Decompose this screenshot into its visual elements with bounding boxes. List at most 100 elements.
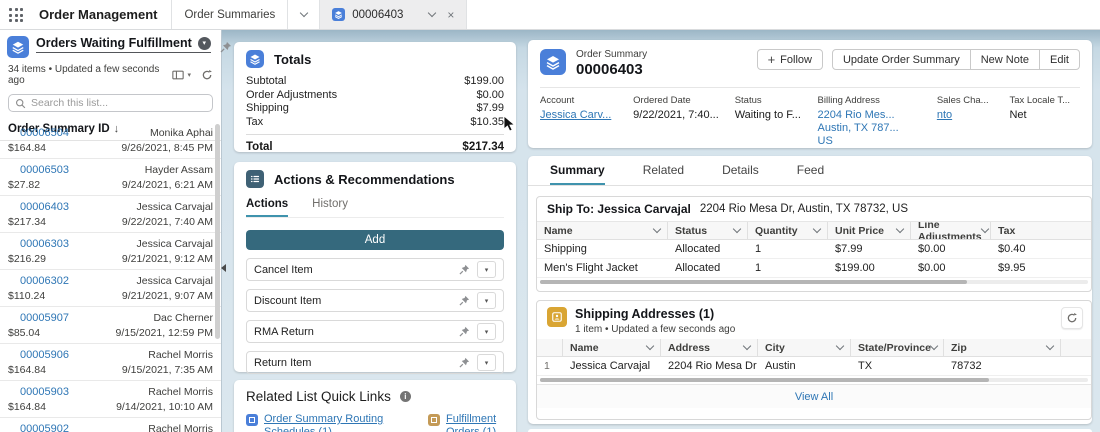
tab-history[interactable]: History bbox=[312, 198, 348, 217]
item-row: Shipping Allocated 1 $7.99 $0.00 $0.40 bbox=[537, 240, 1091, 259]
chevron-down-icon bbox=[652, 224, 662, 234]
order-id-link[interactable]: 00005906 bbox=[20, 349, 69, 361]
order-id-link[interactable]: 00005902 bbox=[20, 423, 69, 432]
plus-icon: + bbox=[767, 52, 776, 67]
record-detail-card: Summary Related Details Feed Ship To: Je… bbox=[528, 156, 1092, 424]
entity-label: Order Summary bbox=[576, 49, 648, 60]
tab-details[interactable]: Details bbox=[722, 163, 759, 185]
list-view-dropdown-icon[interactable]: ▾ bbox=[197, 36, 211, 50]
list-item[interactable]: 00005907 Dac Cherner $85.04 9/15/2021, 12:… bbox=[0, 307, 221, 344]
action-dropdown-icon[interactable]: ▾ bbox=[477, 261, 496, 278]
view-all-link[interactable]: View All bbox=[795, 391, 833, 403]
col-quantity[interactable]: Quantity bbox=[748, 222, 828, 239]
list-item[interactable]: 00006403 Jessica Carvajal $217.34 9/22/202… bbox=[0, 196, 221, 233]
action-dropdown-icon[interactable]: ▾ bbox=[477, 292, 496, 309]
record-header-card: Order Summary 00006403 + Follow Update Or… bbox=[528, 40, 1092, 148]
action-cancel-item[interactable]: Cancel Item ▾ bbox=[246, 258, 504, 281]
item-name-link[interactable]: Shipping bbox=[537, 240, 668, 258]
order-id-link[interactable]: 00005907 bbox=[20, 312, 69, 324]
field-tax-locale: Tax Locale T... Net bbox=[1009, 95, 1070, 121]
item-name-link[interactable]: Men's Flight Jacket bbox=[537, 259, 668, 277]
action-dropdown-icon[interactable]: ▾ bbox=[477, 323, 496, 340]
chevron-down-icon bbox=[835, 341, 845, 351]
action-rma-return[interactable]: RMA Return ▾ bbox=[246, 320, 504, 343]
total-row-value: $7.99 bbox=[476, 102, 504, 114]
order-id-link[interactable]: 00006403 bbox=[20, 201, 69, 213]
list-view-header: Orders Waiting Fulfillment ▾ bbox=[0, 30, 231, 58]
pin-icon[interactable] bbox=[459, 295, 470, 306]
order-summary-icon bbox=[332, 8, 346, 21]
tab-actions[interactable]: Actions bbox=[246, 198, 289, 217]
search-input[interactable] bbox=[31, 97, 201, 109]
list-item[interactable]: 00005902 Rachel Morris bbox=[0, 418, 221, 432]
record-number: 00006403 bbox=[576, 61, 643, 78]
action-dropdown-icon[interactable]: ▾ bbox=[477, 354, 496, 371]
edit-button[interactable]: Edit bbox=[1039, 49, 1080, 70]
list-item[interactable]: 00006302 Jessica Carvajal $110.24 9/21/202… bbox=[0, 270, 221, 307]
split-view-collapse-icon[interactable] bbox=[221, 264, 226, 272]
horizontal-scrollbar[interactable] bbox=[540, 378, 990, 382]
list-item[interactable]: 00005906 Rachel Morris $164.84 9/15/2021, … bbox=[0, 344, 221, 381]
col-name[interactable]: Name bbox=[537, 222, 668, 239]
pin-icon[interactable] bbox=[220, 41, 232, 53]
col-partial bbox=[1061, 339, 1091, 356]
order-id-link[interactable]: 00006302 bbox=[20, 275, 69, 287]
chevron-down-icon bbox=[299, 8, 308, 18]
billing-address-link[interactable]: Austin, TX 787... bbox=[818, 122, 927, 135]
order-id-link[interactable]: 00005903 bbox=[20, 386, 69, 398]
pin-icon[interactable] bbox=[459, 357, 470, 368]
tab-order-summaries[interactable]: Order Summaries bbox=[171, 0, 287, 29]
tab-close-icon[interactable]: × bbox=[447, 9, 454, 21]
tab-feed[interactable]: Feed bbox=[797, 163, 824, 185]
list-item[interactable]: 00006503 Hayder Assam $27.82 9/24/2021, 6:… bbox=[0, 159, 221, 196]
col-state-province[interactable]: State/Province bbox=[851, 339, 944, 356]
update-order-summary-button[interactable]: Update Order Summary bbox=[831, 49, 971, 70]
tab-dropdown-icon[interactable] bbox=[428, 8, 437, 18]
total-row-label: Tax bbox=[246, 115, 264, 128]
app-launcher-icon[interactable] bbox=[9, 8, 24, 23]
pin-icon[interactable] bbox=[459, 264, 470, 275]
list-scrollbar[interactable] bbox=[215, 124, 220, 339]
order-id-link[interactable]: 00006504 bbox=[20, 127, 69, 139]
col-tax[interactable]: Tax bbox=[991, 222, 1091, 239]
sales-channel-link[interactable]: nto bbox=[937, 109, 1000, 122]
tab-related[interactable]: Related bbox=[643, 163, 684, 185]
tab-record-00006403[interactable]: 00006403 × bbox=[319, 0, 468, 29]
order-id-link[interactable]: 00006503 bbox=[20, 164, 69, 176]
display-as-icon[interactable]: ▾ bbox=[172, 69, 191, 81]
new-note-button[interactable]: New Note bbox=[969, 49, 1041, 70]
tab-order-summaries-dropdown[interactable] bbox=[287, 0, 319, 29]
refresh-icon[interactable] bbox=[1061, 307, 1083, 329]
billing-address-link[interactable]: 2204 Rio Mes... bbox=[818, 109, 927, 122]
record-tabs: Summary Related Details Feed bbox=[528, 156, 1092, 186]
list-item[interactable]: 00006303 Jessica Carvajal $216.29 9/21/202… bbox=[0, 233, 221, 270]
address-name-link[interactable]: Jessica Carvajal bbox=[563, 357, 661, 375]
global-header: Order Management Order Summaries 0000640… bbox=[0, 0, 1100, 30]
col-status[interactable]: Status bbox=[668, 222, 748, 239]
account-link[interactable]: Jessica Carv... bbox=[540, 109, 623, 122]
action-discount-item[interactable]: Discount Item ▾ bbox=[246, 289, 504, 312]
tab-summary[interactable]: Summary bbox=[550, 163, 605, 185]
quick-link-fulfillment-orders[interactable]: Fulfillment Orders (1) bbox=[428, 413, 504, 432]
list-item[interactable]: 00006504 Monika Aphai $164.84 9/26/2021, 8… bbox=[0, 122, 221, 159]
refresh-icon[interactable] bbox=[201, 69, 213, 81]
col-address[interactable]: Address bbox=[661, 339, 758, 356]
add-button[interactable]: Add bbox=[246, 230, 504, 250]
billing-address-link[interactable]: US bbox=[818, 135, 927, 148]
follow-button[interactable]: + Follow bbox=[756, 49, 823, 70]
total-row-label: Shipping bbox=[246, 102, 289, 114]
list-view-selector[interactable]: Orders Waiting Fulfillment ▾ bbox=[36, 36, 211, 53]
col-line-adjustments[interactable]: Line Adjustments bbox=[911, 222, 991, 239]
totals-icon bbox=[246, 50, 264, 68]
order-id-link[interactable]: 00006303 bbox=[20, 238, 69, 250]
col-name[interactable]: Name bbox=[563, 339, 661, 356]
col-unit-price[interactable]: Unit Price bbox=[828, 222, 911, 239]
action-return-item[interactable]: Return Item ▾ bbox=[246, 351, 504, 374]
info-icon[interactable]: i bbox=[399, 391, 411, 402]
col-zip[interactable]: Zip bbox=[944, 339, 1061, 356]
pin-icon[interactable] bbox=[459, 326, 470, 337]
col-city[interactable]: City bbox=[758, 339, 851, 356]
quick-link-routing-schedules[interactable]: Order Summary Routing Schedules (1) bbox=[246, 413, 412, 432]
list-item[interactable]: 00005903 Rachel Morris $164.84 9/14/2021, … bbox=[0, 381, 221, 418]
horizontal-scrollbar[interactable] bbox=[540, 280, 968, 284]
